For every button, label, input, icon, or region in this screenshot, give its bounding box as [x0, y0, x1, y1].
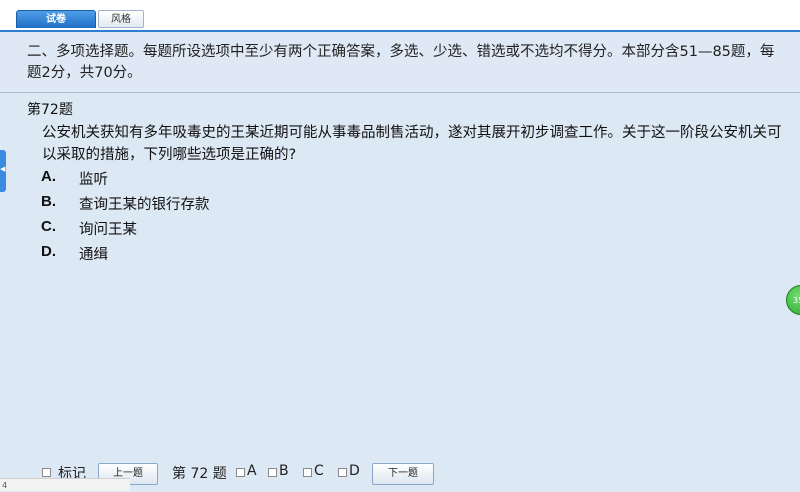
tab-strip: 试卷 风格	[0, 0, 800, 32]
answer-label-b: B	[279, 463, 289, 479]
question-number: 第72题	[27, 102, 73, 118]
option-letter: B.	[41, 193, 56, 210]
answer-checkbox-c[interactable]	[303, 468, 312, 477]
answer-checkbox-d[interactable]	[338, 468, 347, 477]
option-letter: A.	[41, 168, 56, 185]
answer-label-a: A	[247, 463, 257, 479]
tab-exam[interactable]: 试卷	[16, 10, 96, 28]
instructions-panel: 二、多项选择题。每题所设选项中至少有两个正确答案，多选、少选、错选或不选均不得分…	[0, 32, 800, 93]
timer-bubble[interactable]: 35	[786, 285, 800, 315]
option-letter: C.	[41, 218, 56, 235]
question-stem: 公安机关获知有多年吸毒史的王某近期可能从事毒品制售活动，遂对其展开初步调查工作。…	[42, 125, 782, 163]
answer-label-d: D	[349, 463, 360, 479]
collapse-handle[interactable]: ◀	[0, 150, 6, 192]
option-text: 监听	[79, 172, 108, 188]
answer-checkbox-b[interactable]	[268, 468, 277, 477]
option-letter: D.	[41, 243, 56, 260]
status-bar: 4	[0, 478, 130, 491]
option-text: 查询王某的银行存款	[79, 197, 210, 213]
mark-checkbox[interactable]	[42, 468, 51, 477]
option-text: 询问王某	[79, 222, 137, 238]
chevron-left-icon: ◀	[0, 165, 6, 173]
answer-label-c: C	[314, 463, 324, 479]
option-text: 通缉	[79, 247, 108, 263]
answer-checkbox-a[interactable]	[236, 468, 245, 477]
instructions-text: 二、多项选择题。每题所设选项中至少有两个正确答案，多选、少选、错选或不选均不得分…	[27, 44, 775, 81]
next-button[interactable]: 下一题	[372, 463, 434, 485]
current-question-label: 第 72 题	[172, 466, 227, 482]
tab-style[interactable]: 风格	[98, 10, 144, 28]
